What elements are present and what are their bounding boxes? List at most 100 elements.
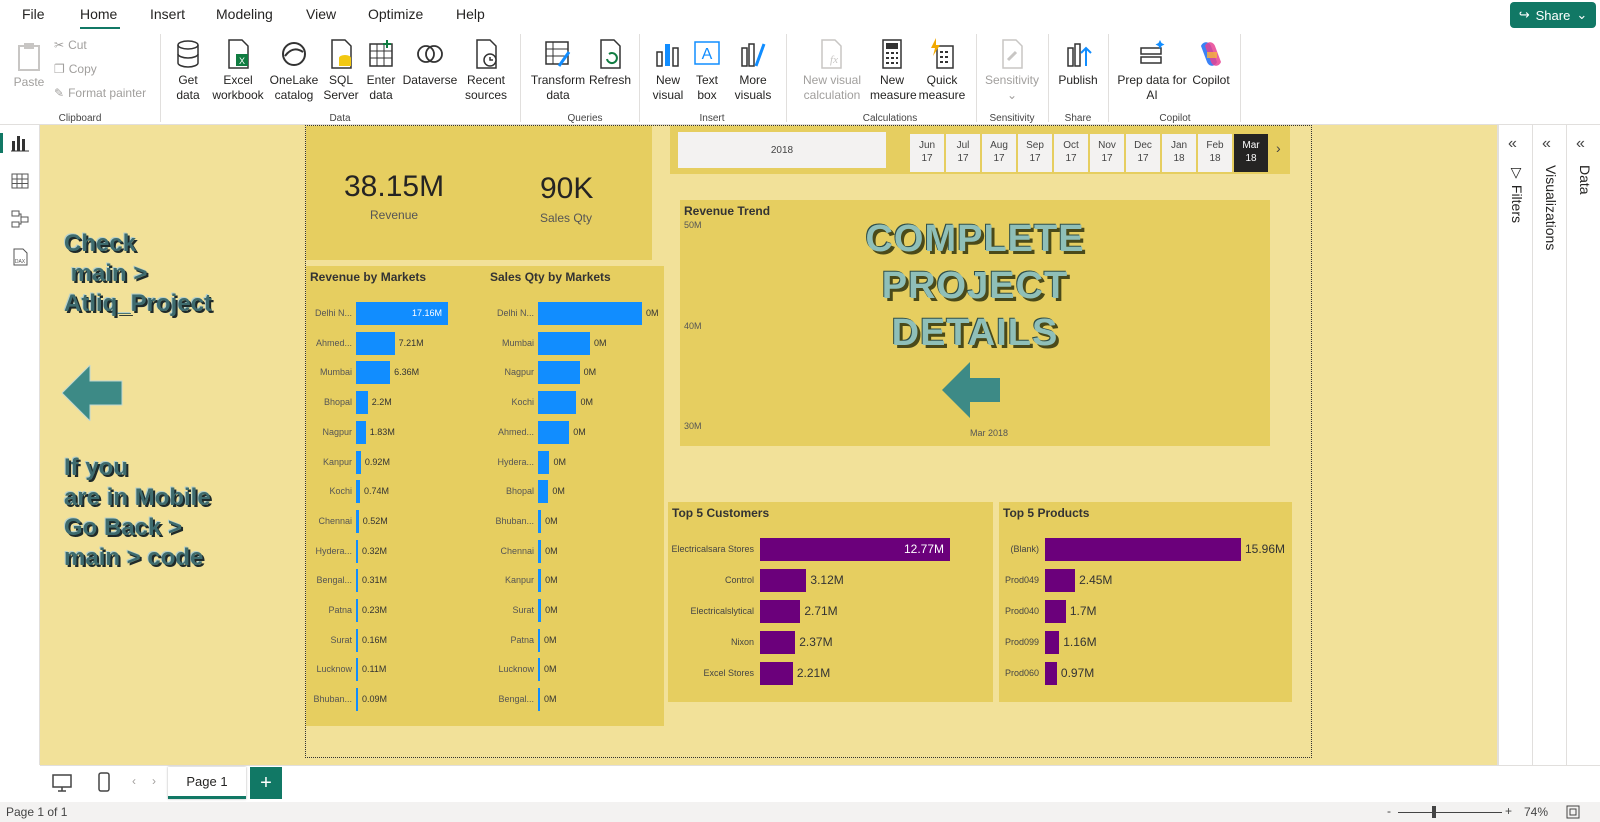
sensitivity-button[interactable]: Sensitivity ⌄ [982,38,1042,103]
refresh-button[interactable]: Refresh [588,38,632,88]
revenue-trend-tile[interactable]: Revenue Trend 50M 40M 30M Mar 2018 COMPL… [680,200,1270,446]
bar[interactable] [356,420,366,444]
mobile-layout-icon[interactable] [98,772,110,792]
bar[interactable] [356,331,395,355]
recent-sources-button[interactable]: Recent sources [460,38,512,103]
top-products-tile[interactable]: Top 5 Products (Blank) 15.96M Prod049 2.45M… [999,502,1292,702]
prep-data-for-ai-button[interactable]: Prep data for AI [1114,38,1190,103]
bar[interactable] [1045,631,1060,654]
bar[interactable] [538,391,577,415]
revenue-by-markets-tile[interactable]: Revenue by Markets Delhi N... 17.16M Ahmed… [306,266,486,726]
share-button[interactable]: ↪ Share ⌄ [1510,2,1596,28]
dataverse-button[interactable]: Dataverse [402,38,458,88]
onelake-catalog-button[interactable]: OneLake catalog [268,38,320,103]
new-visual-calculation-button[interactable]: fx New visual calculation [798,38,866,103]
fit-to-page-icon[interactable] [1566,805,1580,819]
more-visuals-button[interactable]: More visuals [726,38,780,103]
format-painter-button[interactable]: ✎ Format painter [54,86,146,100]
excel-workbook-button[interactable]: X Excel workbook [210,38,266,103]
bar[interactable] [356,509,359,533]
bar[interactable] [538,361,580,385]
get-data-button[interactable]: Get data [168,38,208,103]
bar[interactable] [538,688,540,712]
bar[interactable] [538,480,549,504]
bar[interactable] [356,569,358,593]
bar[interactable] [538,539,542,563]
menu-modeling[interactable]: Modeling [216,6,273,22]
month-slicer-item[interactable]: Jul 17 [946,134,980,172]
zoom-slider-thumb[interactable] [1432,806,1436,818]
transform-data-button[interactable]: Transform data [530,38,586,103]
menu-file[interactable]: File [22,6,45,22]
menu-help[interactable]: Help [456,6,485,22]
add-page-button[interactable]: + [250,767,282,799]
publish-button[interactable]: Publish [1056,38,1100,88]
paste-button[interactable]: Paste [12,40,46,90]
bar[interactable] [356,658,358,682]
bar[interactable] [1045,569,1076,592]
month-slicer-item[interactable]: Jan 18 [1162,134,1196,172]
bar[interactable] [760,662,793,685]
new-visual-button[interactable]: New visual [648,38,688,103]
bar[interactable] [538,302,642,325]
bar[interactable] [1045,538,1241,561]
chevron-right-icon[interactable]: › [1276,140,1281,156]
data-pane[interactable]: « Data [1566,125,1600,765]
bar[interactable] [356,628,358,652]
bar[interactable] [538,569,542,593]
zoom-out-icon[interactable]: - [1387,804,1391,818]
bar[interactable] [1045,600,1066,623]
bar[interactable] [538,599,542,622]
collapse-icon[interactable]: « [1576,135,1585,153]
bar[interactable] [356,450,361,474]
bar[interactable] [1045,662,1057,685]
bar[interactable] [538,420,570,444]
top-customers-tile[interactable]: Top 5 Customers Electricalsara Stores 12.… [668,502,993,702]
bar[interactable] [356,539,358,563]
report-view-icon[interactable] [10,133,30,153]
month-slicer-item[interactable]: Sep 17 [1018,134,1052,172]
month-slicer-item[interactable]: Dec 17 [1126,134,1160,172]
menu-view[interactable]: View [306,6,336,22]
menu-optimize[interactable]: Optimize [368,6,423,22]
menu-insert[interactable]: Insert [150,6,185,22]
bar[interactable] [356,688,358,712]
bar[interactable] [356,391,368,415]
enter-data-button[interactable]: Enter data [362,38,400,103]
filters-pane[interactable]: « ▽ Filters [1498,125,1532,765]
zoom-in-icon[interactable]: + [1505,804,1512,818]
dax-query-view-icon[interactable]: DAX [10,247,30,267]
month-slicer-item[interactable]: Feb 18 [1198,134,1232,172]
text-box-button[interactable]: A Text box [690,38,724,103]
month-slicer-item[interactable]: Jun 17 [910,134,944,172]
menu-home[interactable]: Home [80,6,117,22]
collapse-icon[interactable]: « [1542,135,1551,153]
copilot-button[interactable]: Copilot [1188,38,1234,88]
year-slicer[interactable]: 2018 [678,132,886,168]
bar[interactable] [538,331,590,355]
quick-measure-button[interactable]: Quick measure [918,38,966,103]
desktop-layout-icon[interactable] [52,774,72,792]
month-slicer-item[interactable]: Mar 18 [1234,134,1268,172]
page-tab-1[interactable]: Page 1 [168,767,246,799]
next-page-icon[interactable]: › [152,774,156,788]
collapse-icon[interactable]: « [1508,135,1517,153]
visualizations-pane[interactable]: « Visualizations [1532,125,1566,765]
month-slicer-item[interactable]: Aug 17 [982,134,1016,172]
bar[interactable] [356,480,360,504]
sql-server-button[interactable]: SQL Server [322,38,360,103]
copy-button[interactable]: ❐ Copy [54,62,97,76]
bar[interactable] [538,450,550,474]
zoom-slider[interactable] [1398,812,1502,813]
bar[interactable] [538,658,540,682]
table-view-icon[interactable] [10,171,30,191]
month-slicer-item[interactable]: Nov 17 [1090,134,1124,172]
bar[interactable] [538,509,542,533]
bar[interactable] [760,631,796,654]
cut-button[interactable]: ✂ Cut [54,38,87,52]
bar[interactable] [760,600,801,623]
bar[interactable] [538,628,540,652]
month-slicer-item[interactable]: Oct 17 [1054,134,1088,172]
bar[interactable] [760,569,807,592]
bar[interactable] [356,599,358,622]
